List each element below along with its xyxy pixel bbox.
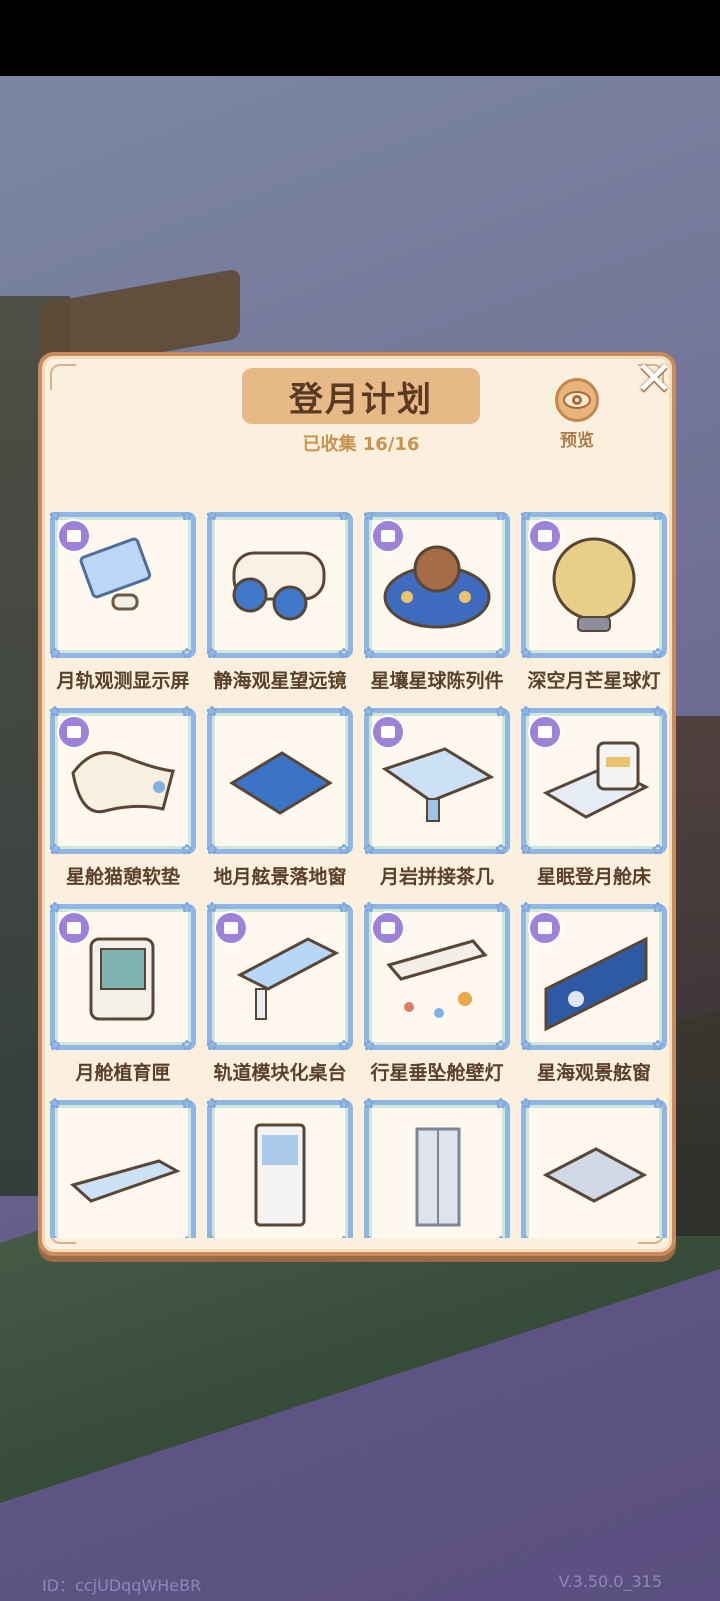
item-name: 月舱植育匣 [75, 1062, 171, 1084]
item-name: 地月舷景落地窗 [213, 866, 347, 888]
close-icon[interactable]: ✕ [632, 355, 676, 402]
item-card[interactable]: ✿✿✿✿ [206, 512, 353, 661]
mat-icon [542, 1147, 648, 1203]
item-card[interactable]: ✿✿✿✿ [363, 901, 510, 1053]
collection-item[interactable]: ✿ ✿ ✿ ✿ 深空月芒星球灯 [519, 512, 668, 693]
item-card[interactable]: ✿✿✿✿ [520, 705, 667, 857]
item-name: 月岩拼接茶几 [379, 866, 494, 888]
collection-panel: 登月计划 已收集 16/16 预览 ✕ ✿ ✿ ✿ ✿ 月轨观测显示屏 ✿ ✿ ✿ ✿ 静海观星望… [38, 352, 676, 1256]
item-name: 星海观景舷窗 [536, 1062, 651, 1084]
item-name: 深空月芒星球灯 [527, 670, 661, 692]
eye-icon [555, 378, 599, 422]
collection-item[interactable]: ✿ ✿ ✿ ✿ 行星垂坠舱壁灯 [362, 901, 512, 1085]
preview-label: 预览 [560, 431, 594, 451]
collection-item[interactable]: ✿ ✿ ✿ ✿ 静海观星望远镜 [205, 512, 355, 693]
item-card[interactable]: ✿✿✿✿ [520, 901, 667, 1053]
item-name: 星舱猫憩软垫 [65, 866, 180, 888]
item-card[interactable]: ✿✿✿✿ [363, 1097, 510, 1238]
collection-item[interactable]: ✿ ✿ ✿ ✿ 星舱猫憩软垫 [48, 705, 198, 889]
collection-item[interactable]: ✿ ✿ ✿ ✿ 地月舷景落地窗 [205, 705, 355, 889]
furniture-badge-icon [371, 911, 405, 945]
collection-item[interactable]: ✿✿✿✿ [48, 1097, 198, 1238]
status-bar [0, 0, 720, 76]
furniture-badge-icon [57, 519, 91, 553]
item-name: 轨道模块化桌台 [213, 1062, 347, 1084]
panel-title: 登月计划 [242, 368, 480, 424]
furniture-badge-icon [371, 715, 405, 749]
shelf-icon [254, 1123, 306, 1227]
collection-item[interactable]: ✿ ✿ ✿ ✿ 轨道模块化桌台 [205, 901, 355, 1085]
window-icon [229, 751, 333, 815]
item-grid: ✿ ✿ ✿ ✿ 月轨观测显示屏 ✿ ✿ ✿ ✿ 静海观星望远镜 ✿ ✿ ✿ ✿ 星壤星球陈列件 ✿ ✿ ✿ ✿ 深空月… [48, 512, 668, 1238]
item-name: 静海观星望远镜 [213, 670, 347, 692]
item-card[interactable]: ✿✿✿✿ [49, 901, 196, 1053]
collection-item[interactable]: ✿ ✿ ✿ ✿ 星壤星球陈列件 [362, 512, 512, 693]
collection-item[interactable]: ✿ ✿ ✿ ✿ 星眠登月舱床 [519, 705, 668, 889]
furniture-badge-icon [528, 911, 562, 945]
collection-item[interactable]: ✿ ✿ ✿ ✿ 月轨观测显示屏 [48, 512, 198, 693]
furniture-badge-icon [528, 519, 562, 553]
item-card[interactable]: ✿✿✿✿ [363, 705, 510, 857]
item-card[interactable]: ✿✿✿✿ [206, 1097, 353, 1238]
item-card[interactable]: ✿✿✿✿ [206, 705, 353, 857]
furniture-badge-icon [57, 911, 91, 945]
door-icon [415, 1127, 461, 1227]
furniture-badge-icon [214, 911, 248, 945]
furniture-badge-icon [57, 715, 91, 749]
item-card[interactable]: ✿✿✿✿ [520, 512, 667, 661]
item-card[interactable]: ✿✿✿✿ [520, 1097, 667, 1238]
version-label: V.3.50.0_315 [558, 1572, 662, 1591]
item-card[interactable]: ✿✿✿✿ [49, 705, 196, 857]
item-name: 星壤星球陈列件 [370, 670, 504, 692]
furniture-badge-icon [371, 519, 405, 553]
item-card[interactable]: ✿✿✿✿ [49, 1097, 196, 1238]
preview-button[interactable]: 预览 [547, 378, 607, 451]
item-name: 行星垂坠舱壁灯 [370, 1062, 504, 1084]
collection-item[interactable]: ✿✿✿✿ [362, 1097, 512, 1238]
user-id-label: ID：ccjUDqqWHeBR [42, 1576, 202, 1595]
item-name: 星眠登月舱床 [536, 866, 651, 888]
collection-item[interactable]: ✿✿✿✿ [205, 1097, 355, 1238]
collection-progress: 已收集 16/16 [302, 434, 420, 455]
collection-item[interactable]: ✿ ✿ ✿ ✿ 星海观景舷窗 [519, 901, 668, 1085]
furniture-badge-icon [528, 715, 562, 749]
slab-icon [69, 1159, 181, 1203]
collection-item[interactable]: ✿ ✿ ✿ ✿ 月舱植育匣 [48, 901, 198, 1085]
collection-item[interactable]: ✿✿✿✿ [519, 1097, 668, 1238]
collection-item[interactable]: ✿ ✿ ✿ ✿ 月岩拼接茶几 [362, 705, 512, 889]
item-card[interactable]: ✿✿✿✿ [206, 901, 353, 1053]
item-name: 月轨观测显示屏 [56, 670, 190, 692]
binocular-icon [232, 551, 326, 621]
panel-corner-ornament [50, 364, 76, 390]
item-card[interactable]: ✿✿✿✿ [49, 512, 196, 661]
item-card[interactable]: ✿✿✿✿ [363, 512, 510, 661]
